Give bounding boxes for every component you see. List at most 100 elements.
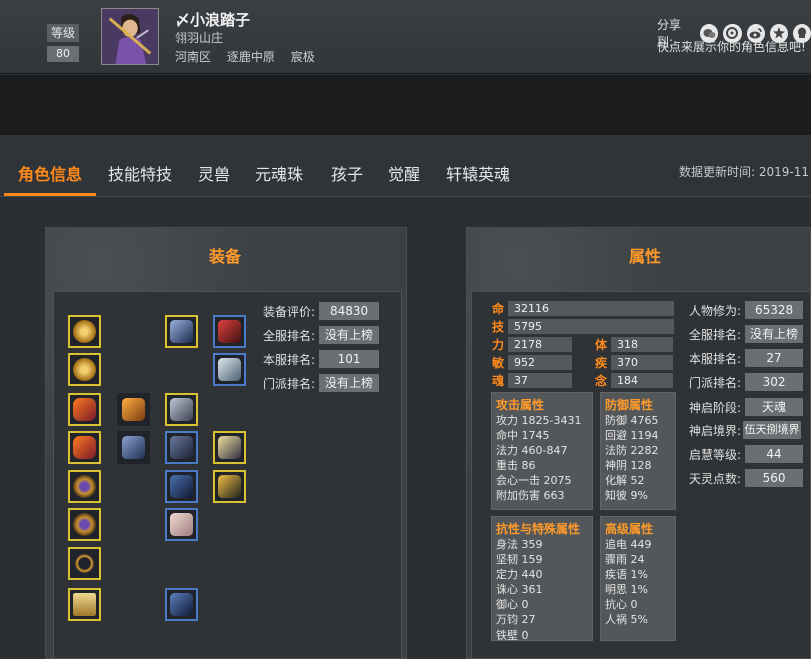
stat-li: 力 2178	[492, 336, 572, 353]
equip-slot-gloves[interactable]	[165, 470, 198, 503]
equip-slot-ring-2[interactable]	[68, 508, 101, 541]
equip-slot-armor[interactable]	[165, 431, 198, 464]
all-rank-row: 全服排名: 没有上榜	[689, 325, 804, 343]
equip-slot-amulet[interactable]	[68, 315, 101, 348]
equip-slot-bracer[interactable]	[117, 431, 150, 464]
equip-slot-helmet[interactable]	[165, 315, 198, 348]
qihui-label: 启慧等级:	[689, 447, 742, 462]
tab-xuanyuan-heroes[interactable]: 轩辕英魂	[446, 161, 510, 185]
list-item: 附加伤害 663	[496, 489, 565, 503]
advanced-list: 追电 449 骤雨 24 疾语 1% 明思 1% 抗心 0 人祸 5%	[605, 537, 652, 628]
tab-awakening[interactable]: 觉醒	[388, 161, 420, 185]
tab-pets[interactable]: 灵兽	[198, 161, 230, 185]
tianling-row: 天灵点数: 560	[689, 469, 804, 487]
equip-server-rank-row: 本服排名: 101	[263, 350, 380, 368]
tab-bar: 角色信息 技能特技 灵兽 元魂珠 孩子 觉醒 轩辕英魂 数据更新时间: 2019…	[0, 135, 811, 197]
shenqi-stage-row: 神启阶段: 天魂	[689, 398, 804, 416]
list-item: 坚韧 159	[496, 553, 543, 567]
tab-skills[interactable]: 技能特技	[108, 161, 172, 185]
equip-slot-artifact-2[interactable]	[213, 470, 246, 503]
list-item: 人祸 5%	[605, 613, 648, 627]
cultivation-value: 65328	[745, 301, 804, 319]
equip-server-rank-value: 101	[319, 350, 380, 368]
server-rank-row: 本服排名: 27	[689, 349, 804, 367]
advanced-title: 高级属性	[605, 522, 654, 536]
stat-ji: 技 5795	[492, 318, 674, 335]
qihui-value: 44	[745, 445, 804, 463]
stat-ji2: 疾 370	[595, 354, 673, 371]
equip-slot-ring[interactable]	[68, 470, 101, 503]
server-info: 河南区 逐鹿中原 宸极	[175, 48, 327, 65]
attributes-title: 属性	[629, 247, 662, 266]
equip-slot-boots[interactable]	[165, 588, 198, 621]
advanced-attributes-box: 高级属性 追电 449 骤雨 24 疾语 1% 明思 1% 抗心 0 人祸 5%	[600, 516, 676, 641]
equip-slot-necklace[interactable]	[68, 547, 101, 580]
equip-all-rank-value: 没有上榜	[319, 326, 380, 344]
level-value: 80	[47, 46, 79, 62]
list-item: 明思 1%	[605, 583, 648, 597]
cultivation-row: 人物修为: 65328	[689, 301, 804, 319]
stat-ming: 命 32116	[492, 300, 674, 317]
equip-slot-earring[interactable]	[68, 393, 101, 426]
tab-character-info[interactable]: 角色信息	[18, 161, 82, 185]
shenqi-stage-value: 天魂	[745, 398, 804, 416]
stat-hun-value: 37	[508, 373, 572, 388]
resist-attributes-box: 抗性与特殊属性 身法 359 坚韧 159 定力 440 诛心 361 御心 0…	[491, 516, 593, 642]
tianling-value: 560	[745, 469, 804, 487]
tab-children[interactable]: 孩子	[331, 161, 363, 185]
equip-slot-earring-2[interactable]	[68, 431, 101, 464]
list-item: 御心 0	[496, 598, 529, 612]
character-avatar	[101, 8, 159, 65]
server-rank-label: 本服排名:	[689, 351, 742, 366]
equip-all-rank-label: 全服排名:	[263, 328, 316, 343]
stat-ming-value: 32116	[508, 301, 674, 316]
equip-slot-belt-charm[interactable]	[68, 588, 101, 621]
resist-title: 抗性与特殊属性	[496, 522, 581, 536]
equip-slot-mount[interactable]	[213, 353, 246, 386]
list-item: 重击 86	[496, 459, 536, 473]
guild-name: 翎羽山庄	[175, 31, 224, 45]
list-item: 万钧 27	[496, 613, 536, 627]
attack-list: 攻力 1825-3431 命中 1745 法力 460-847 重击 86 会心…	[496, 413, 581, 504]
equip-school-rank-row: 门派排名: 没有上榜	[263, 374, 380, 392]
list-item: 知彼 9%	[605, 489, 648, 503]
all-rank-label: 全服排名:	[689, 327, 742, 342]
equip-score-value: 84830	[319, 302, 380, 320]
list-item: 法防 2282	[605, 444, 659, 458]
attack-attributes-box: 攻击属性 攻力 1825-3431 命中 1745 法力 460-847 重击 …	[491, 392, 593, 510]
stat-min-value: 952	[508, 355, 572, 370]
level-label: 等级	[47, 24, 79, 42]
equip-slot-amulet-2[interactable]	[68, 353, 101, 386]
list-item: 身法 359	[496, 538, 543, 551]
defense-title: 防御属性	[605, 398, 654, 412]
school-rank-row: 门派排名: 302	[689, 373, 804, 391]
shenqi-stage-label: 神启阶段:	[689, 400, 742, 415]
active-tab-indicator	[4, 193, 96, 196]
equip-slot-shoulder[interactable]	[165, 393, 198, 426]
equip-slot-artifact[interactable]	[213, 431, 246, 464]
banner-area	[0, 75, 811, 135]
server-rank-value: 27	[745, 349, 804, 367]
stat-ji2-value: 370	[611, 355, 673, 370]
defense-attributes-box: 防御属性 防御 4765 回避 1194 法防 2282 神阴 128 化解 5…	[600, 392, 676, 510]
equip-slot-pants[interactable]	[165, 508, 198, 541]
equip-slot-wings[interactable]	[117, 393, 150, 426]
equip-score-label: 装备评价:	[263, 304, 316, 319]
list-item: 防御 4765	[605, 414, 659, 427]
list-item: 神阴 128	[605, 459, 652, 473]
server-name: 逐鹿中原	[226, 50, 275, 64]
qihui-row: 启慧等级: 44	[689, 445, 804, 463]
share-hint: 快点来展示你的角色信息吧!	[657, 40, 806, 54]
level-box: 等级 80	[47, 24, 79, 62]
school-rank-value: 302	[745, 373, 804, 391]
equipment-panel: 装备 装备评价: 84830 全服排名: 没有上榜 本服排名: 101 门派排名…	[45, 227, 407, 659]
stat-li-value: 2178	[508, 337, 572, 352]
equip-server-rank-label: 本服排名:	[263, 352, 316, 367]
character-name: 〆小浪踏子	[175, 11, 251, 29]
equip-slot-weapon[interactable]	[213, 315, 246, 348]
stat-hun: 魂 37	[492, 372, 572, 389]
update-time: 数据更新时间: 2019-11	[679, 165, 809, 179]
list-item: 疾语 1%	[605, 568, 648, 582]
shenqi-realm-value: 伍天捌境界	[743, 421, 802, 439]
tab-soul-orbs[interactable]: 元魂珠	[255, 161, 303, 185]
